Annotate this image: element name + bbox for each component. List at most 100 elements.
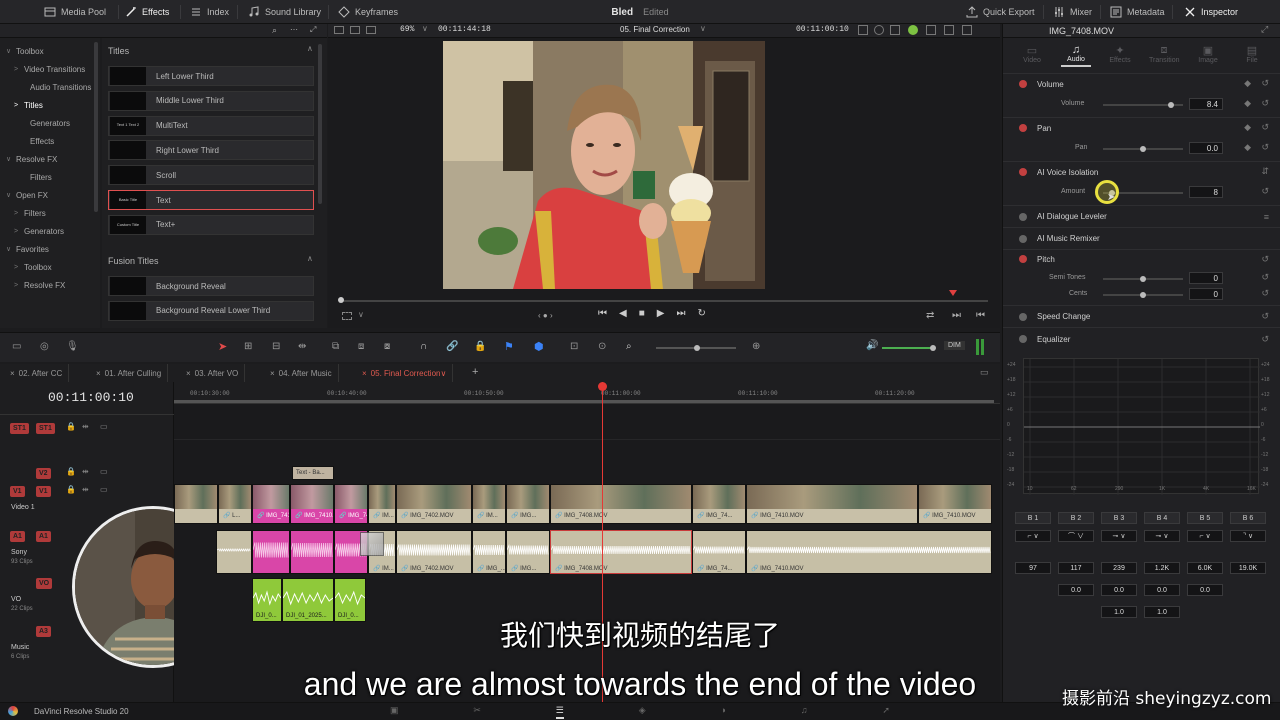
inspector-tab-transition[interactable]: ⧈ Transition	[1149, 44, 1179, 72]
video-clip[interactable]: 🔗 IMG_7408.MOV	[550, 484, 692, 524]
equalizer-reset-icon[interactable]: ↺	[1261, 334, 1269, 345]
title-template-item[interactable]: Text 1 Text 2 MultiText	[108, 115, 314, 136]
zoom-full-icon[interactable]: ⊡	[570, 341, 578, 352]
cents-knob[interactable]	[1140, 292, 1146, 298]
audio-clip[interactable]: 🔗 IMG_74...	[692, 530, 746, 574]
transform-dropdown-icon[interactable]: ∨	[358, 310, 364, 319]
keyframes-button[interactable]: Keyframes	[338, 0, 398, 24]
dynamic-trim-icon[interactable]: ⊟	[272, 341, 280, 352]
effects-tree-item[interactable]: > Filters	[14, 204, 46, 222]
st1-source-label[interactable]: ST1	[10, 423, 29, 434]
semi-tones-slider[interactable]	[1103, 276, 1183, 282]
jog-control[interactable]: ‹ ● ›	[538, 311, 553, 320]
pan-value-field[interactable]: 0.0	[1189, 142, 1223, 154]
timeline-dropdown-icon[interactable]: ∨	[700, 24, 706, 33]
scrub-start-handle[interactable]	[338, 297, 344, 303]
eq-band-label[interactable]: B 2	[1058, 512, 1094, 524]
v1-autoselect-icon[interactable]: ⇹	[82, 485, 89, 494]
video-clip[interactable]: 🔗 IM...	[368, 484, 396, 524]
collapse-titles-icon[interactable]: ∧	[307, 44, 313, 53]
eq-band-label[interactable]: B 6	[1230, 512, 1266, 524]
close-tab-icon[interactable]: ×	[270, 369, 275, 378]
eq-band-gain[interactable]: 0.0	[1101, 584, 1137, 596]
viewer-layout-icon[interactable]	[334, 26, 344, 34]
timeline-tab[interactable]: × 03. After VO	[180, 364, 246, 382]
st1-caption-icon[interactable]: ▭	[100, 422, 108, 431]
overwrite-clip-icon[interactable]: ⧈	[358, 341, 364, 352]
timeline-zoom-knob[interactable]	[694, 345, 700, 351]
audio-sync-icon[interactable]	[908, 25, 918, 35]
video-clip[interactable]: 🔗 L...	[218, 484, 252, 524]
v2-visibility-icon[interactable]: ▭	[100, 467, 108, 476]
eq-band-gain[interactable]: 0.0	[1058, 584, 1094, 596]
volume-enable-toggle[interactable]	[1019, 80, 1027, 88]
color-page-icon[interactable]: ◑	[721, 705, 726, 719]
effects-tree-item[interactable]: ∨ Toolbox	[6, 42, 44, 60]
timeline-ruler[interactable]: 00:10:30:00 00:10:40:00 00:10:50:00 00:11:0…	[174, 382, 1000, 404]
effects-button[interactable]: Effects	[125, 0, 169, 24]
close-tab-icon[interactable]: ×	[186, 369, 191, 378]
cents-value-field[interactable]: 0	[1189, 288, 1223, 300]
semi-tones-knob[interactable]	[1140, 276, 1146, 282]
title-template-item[interactable]: Middle Lower Third	[108, 90, 314, 111]
video-clip[interactable]: 🔗 IMG_7402.MOV	[396, 484, 472, 524]
timeline-tab[interactable]: × 05. Final Correction ∨	[356, 364, 454, 382]
music-remixer-toggle[interactable]	[1019, 234, 1027, 243]
v2-track-label[interactable]: V2	[36, 468, 51, 479]
viewer-clip-icon[interactable]	[874, 25, 884, 35]
v1-lock-icon[interactable]: 🔒	[66, 485, 76, 494]
voice-isolation-value-field[interactable]: 8	[1189, 186, 1223, 198]
fusion-page-icon[interactable]: ◈	[639, 705, 646, 719]
video-clip[interactable]: 🔗 IMG_7410.MOV	[334, 484, 368, 524]
viewer-audio-icon[interactable]	[926, 25, 936, 35]
vo-track-label[interactable]: VO	[36, 578, 53, 589]
effects-tree-item[interactable]: > Toolbox	[14, 258, 52, 276]
speaker-icon[interactable]: 🔊	[866, 340, 878, 351]
volume-param-keyframe-icon[interactable]: ◆	[1244, 98, 1251, 109]
transform-icon[interactable]	[342, 312, 352, 320]
voice-isolation-reset-icon[interactable]: ↺	[1261, 186, 1269, 197]
effects-tree-item[interactable]: ∨ Favorites	[6, 240, 49, 258]
next-clip-icon[interactable]: ⏭	[952, 310, 961, 321]
audio-transition[interactable]	[360, 532, 384, 556]
reverse-icon[interactable]: ◀	[619, 308, 627, 322]
monitor-volume-slider[interactable]	[882, 345, 936, 351]
pan-param-reset-icon[interactable]: ↺	[1261, 142, 1269, 153]
volume-reset-icon[interactable]: ↺	[1261, 78, 1269, 89]
viewer-mode-icon[interactable]	[350, 26, 360, 34]
speed-change-reset-icon[interactable]: ↺	[1261, 311, 1269, 322]
eq-band-label[interactable]: B 4	[1144, 512, 1180, 524]
effects-tree-item[interactable]: ∨ Resolve FX	[6, 150, 57, 168]
tree-chevron-icon[interactable]: >	[14, 282, 24, 289]
cut-page-icon[interactable]: ✂	[473, 705, 481, 719]
inspector-tab-file[interactable]: ▤ File	[1237, 44, 1267, 72]
quick-export-button[interactable]: Quick Export	[966, 0, 1035, 24]
viewer-timeline-name[interactable]: 05. Final Correction	[620, 25, 690, 34]
volume-value-field[interactable]: 8.4	[1189, 98, 1223, 110]
media-page-icon[interactable]: ▣	[390, 705, 399, 719]
eq-band-gain[interactable]: 0.0	[1144, 584, 1180, 596]
title-clip[interactable]: Text - Ba...	[292, 466, 334, 480]
monitor-volume-knob[interactable]	[930, 345, 936, 351]
eq-band-gain[interactable]: 0.0	[1187, 584, 1223, 596]
options-menu-icon[interactable]: ⋯	[290, 25, 298, 34]
a1-source-label[interactable]: A1	[10, 531, 25, 542]
video-clip[interactable]: 🔗 IMG_7410.MOV	[746, 484, 918, 524]
audio-clip[interactable]: 🔗 IMG_7408.MOV	[550, 530, 692, 574]
title-template-item[interactable]: Right Lower Third	[108, 140, 314, 161]
blade-tool-icon[interactable]: ⇹	[298, 341, 306, 352]
eq-band-frequency[interactable]: 6.0K	[1187, 562, 1223, 574]
video-clip[interactable]	[174, 484, 218, 524]
viewer-option-icon[interactable]	[858, 25, 868, 35]
voice-isolation-toggle[interactable]	[1019, 168, 1027, 176]
timeline-tab[interactable]: × 02. After CC	[4, 364, 70, 382]
effects-tree-item[interactable]: Audio Transitions	[20, 78, 91, 96]
sound-library-button[interactable]: Sound Library	[248, 0, 321, 24]
dialogue-leveler-toggle[interactable]	[1019, 212, 1027, 221]
effects-tree-item[interactable]: Generators	[20, 114, 70, 132]
volume-keyframe-icon[interactable]: ◆	[1244, 78, 1251, 89]
viewer-scrubber[interactable]	[340, 300, 988, 302]
tree-chevron-icon[interactable]: >	[14, 66, 24, 73]
eq-band-type-dropdown[interactable]: ⌝ ∨	[1230, 530, 1266, 542]
viewer-grid-icon[interactable]	[890, 25, 900, 35]
